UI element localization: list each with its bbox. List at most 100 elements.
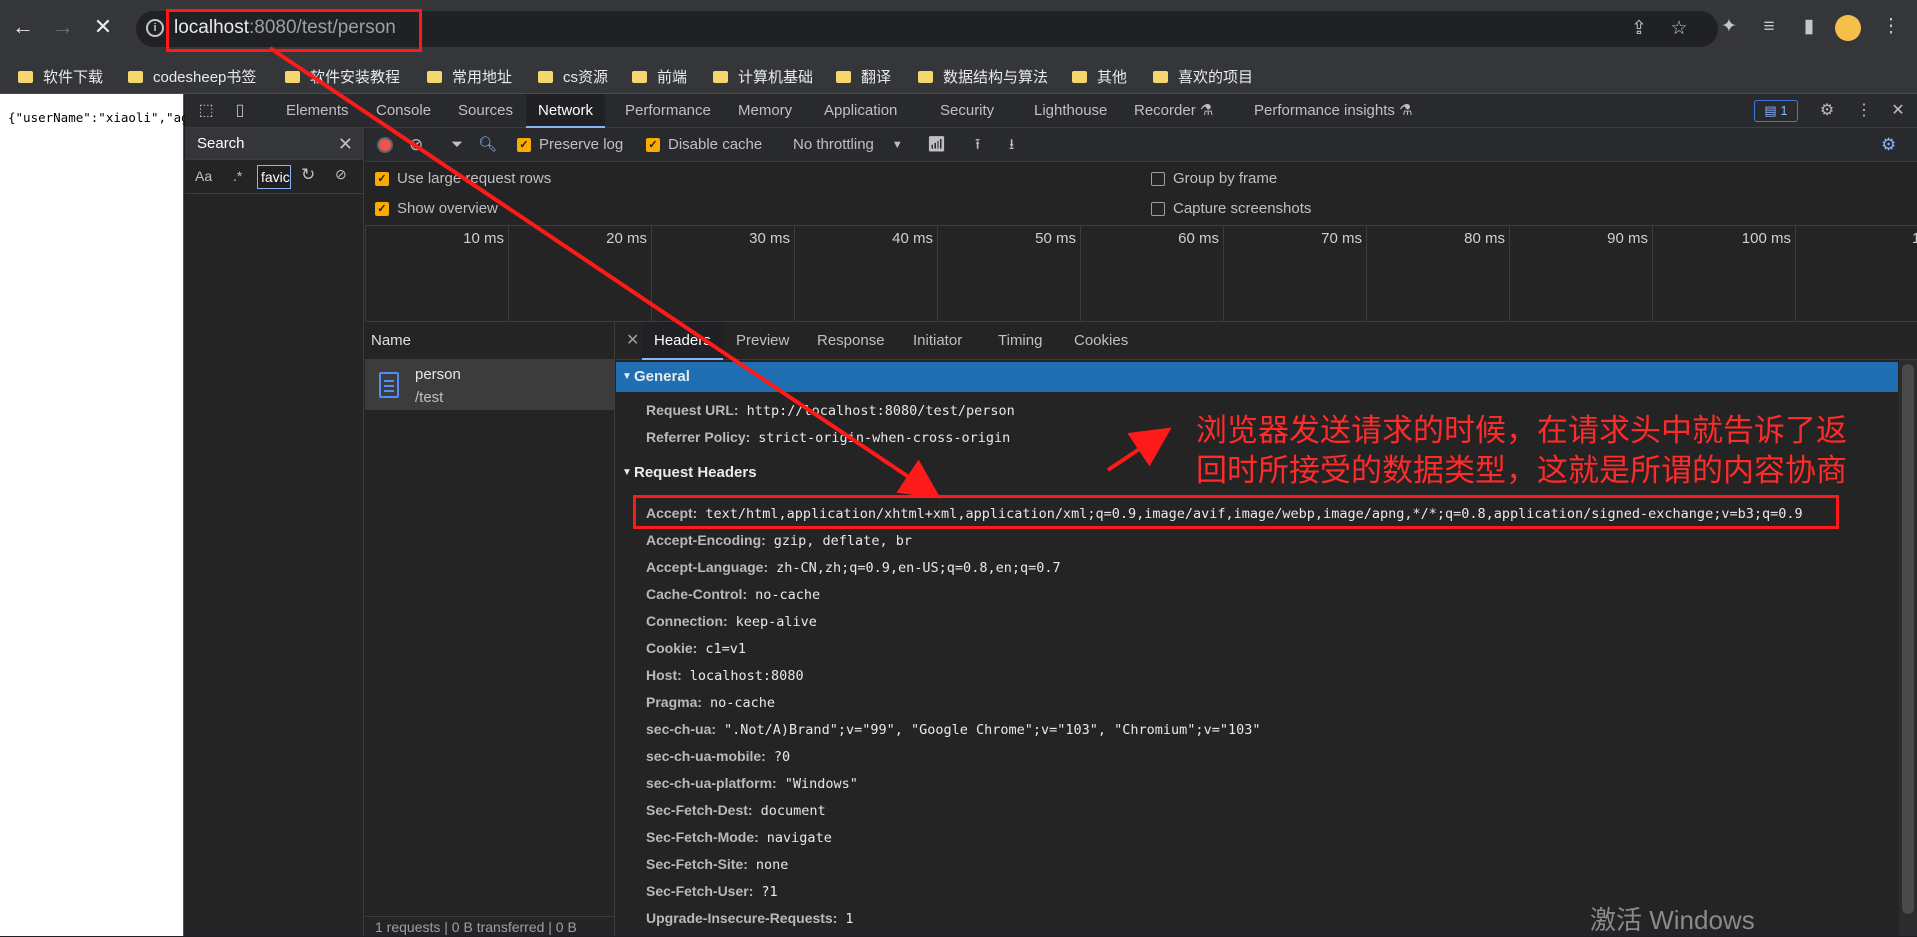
bookmark-folder[interactable]: cs资源 <box>538 64 608 88</box>
header-key: Host: <box>646 667 682 683</box>
close-search-icon[interactable]: ✕ <box>338 128 353 160</box>
request-row[interactable]: person /test <box>365 360 614 410</box>
devtools-menu-icon[interactable]: ⋮ <box>1853 100 1875 122</box>
network-conditions-icon[interactable]: 📶︎ <box>927 128 946 162</box>
tab-cookies[interactable]: Cookies <box>1062 322 1140 360</box>
clear-log-icon[interactable]: ⊘ <box>409 128 423 162</box>
request-path: /test <box>415 389 444 406</box>
bookmark-folder[interactable]: 前端 <box>632 64 687 88</box>
general-section-header[interactable]: ▼ General <box>616 362 1898 392</box>
timeline-tick: 90 ms <box>1509 226 1652 322</box>
bookmark-star-icon[interactable]: ☆ <box>1666 16 1692 42</box>
header-row: Pragma: no-cache <box>646 693 775 712</box>
profile-avatar[interactable] <box>1835 15 1861 41</box>
folder-icon <box>538 71 553 83</box>
search-network-icon[interactable]: 🔍︎ <box>478 128 497 162</box>
tab-response[interactable]: Response <box>805 322 897 360</box>
disable-cache-checkbox[interactable]: ✓ Disable cache <box>646 128 762 162</box>
back-icon[interactable]: ← <box>10 14 36 40</box>
network-settings-icon[interactable]: ⚙ <box>1881 128 1896 162</box>
request-name: person <box>415 366 461 383</box>
group-by-frame-checkbox[interactable]: Group by frame <box>1151 162 1277 196</box>
search-input[interactable]: favic <box>257 165 291 189</box>
disable-cache-label: Disable cache <box>668 136 763 153</box>
tab-security[interactable]: Security <box>928 94 1006 128</box>
close-devtools-icon[interactable]: ✕ <box>1887 100 1909 122</box>
bookmark-label: 前端 <box>657 68 688 86</box>
import-har-icon[interactable]: ⭱ <box>975 128 980 162</box>
tick-label: 100 ms <box>1741 230 1791 247</box>
bookmark-label: 常用地址 <box>452 68 513 86</box>
share-icon[interactable]: ⇪ <box>1626 16 1652 42</box>
name-column-header[interactable]: Name <box>365 322 614 360</box>
bookmark-folder[interactable]: 常用地址 <box>427 64 512 88</box>
tab-lighthouse[interactable]: Lighthouse <box>1022 94 1119 128</box>
network-overview-timeline[interactable]: 10 ms 20 ms 30 ms 40 ms 50 ms 60 ms 70 m… <box>365 226 1917 322</box>
annotation-line-1: 浏览器发送请求的时候，在请求头中就告诉了返 <box>1196 413 1847 449</box>
annotation-line-2: 回时所接受的数据类型，这就是所谓的内容协商 <box>1196 453 1847 489</box>
tab-elements[interactable]: Elements <box>274 94 361 128</box>
tab-preview[interactable]: Preview <box>724 322 801 360</box>
throttling-select[interactable]: No throttling ▼ <box>793 128 903 162</box>
refresh-search-icon[interactable]: ↻ <box>301 165 315 185</box>
tab-performance-insights[interactable]: Performance insights ⚗ <box>1242 94 1425 128</box>
reading-list-icon[interactable]: ≡ <box>1756 14 1782 40</box>
tab-recorder[interactable]: Recorder ⚗ <box>1122 94 1225 128</box>
capture-screenshots-checkbox[interactable]: Capture screenshots <box>1151 192 1311 226</box>
show-overview-checkbox[interactable]: ✓ Show overview <box>375 192 498 226</box>
header-row: Host: localhost:8080 <box>646 666 804 685</box>
bookmark-folder[interactable]: 其他 <box>1072 64 1127 88</box>
tab-initiator[interactable]: Initiator <box>901 322 974 360</box>
checkbox-checked-icon: ✓ <box>646 138 660 152</box>
bookmark-folder[interactable]: 计算机基础 <box>713 64 813 88</box>
scrollbar-thumb[interactable] <box>1902 364 1914 914</box>
network-settings-pane: ✓ Use large request rows ✓ Show overview G… <box>365 162 1917 226</box>
preserve-log-checkbox[interactable]: ✓ Preserve log <box>517 128 623 162</box>
bookmark-folder[interactable]: 喜欢的项目 <box>1153 64 1253 88</box>
stop-loading-icon[interactable]: ✕ <box>90 14 116 40</box>
tab-sources[interactable]: Sources <box>446 94 525 128</box>
capture-screenshots-label: Capture screenshots <box>1173 200 1312 217</box>
match-case-toggle[interactable]: Aa <box>195 168 212 184</box>
site-info-icon[interactable]: i <box>146 19 164 37</box>
bookmark-folder[interactable]: codesheep书签 <box>128 64 256 88</box>
tab-network[interactable]: Network <box>526 94 606 128</box>
details-scrollbar[interactable] <box>1899 360 1917 936</box>
tab-timing[interactable]: Timing <box>986 322 1054 360</box>
tab-console[interactable]: Console <box>364 94 443 128</box>
tab-application[interactable]: Application <box>812 94 909 128</box>
bookmark-folder[interactable]: 软件安装教程 <box>285 64 400 88</box>
extensions-icon[interactable]: ✦ <box>1716 14 1742 40</box>
side-panel-icon[interactable]: ▮ <box>1796 14 1822 40</box>
forward-icon[interactable]: → <box>50 14 76 40</box>
large-rows-checkbox[interactable]: ✓ Use large request rows <box>375 162 551 196</box>
tab-memory[interactable]: Memory <box>726 94 804 128</box>
bookmark-folder[interactable]: 数据结构与算法 <box>918 64 1048 88</box>
inspect-element-icon[interactable]: ⬚ <box>195 100 217 122</box>
clear-search-icon[interactable]: ⊘ <box>335 166 347 183</box>
export-har-icon[interactable]: ⭳ <box>1009 128 1014 162</box>
triangle-down-icon: ▼ <box>622 371 632 382</box>
bookmarks-bar: 软件下载 codesheep书签 软件安装教程 常用地址 cs资源 前端 计算机… <box>0 58 1917 94</box>
record-button[interactable] <box>377 137 393 153</box>
regex-toggle[interactable]: .* <box>233 168 242 184</box>
tab-performance[interactable]: Performance <box>613 94 723 128</box>
bookmark-folder[interactable]: 软件下载 <box>18 64 103 88</box>
general-title: General <box>634 368 690 385</box>
header-key: Sec-Fetch-Site: <box>646 856 748 872</box>
bookmark-folder[interactable]: 翻译 <box>836 64 891 88</box>
settings-gear-icon[interactable]: ⚙ <box>1816 100 1838 122</box>
preserve-log-label: Preserve log <box>539 136 624 153</box>
header-key: Cookie: <box>646 640 698 656</box>
header-key: Sec-Fetch-User: <box>646 883 754 899</box>
issues-badge[interactable]: ▤ 1 <box>1754 100 1798 122</box>
close-details-icon[interactable]: ✕ <box>626 330 639 350</box>
header-value: http://localhost:8080/test/person <box>746 403 1015 419</box>
device-toolbar-icon[interactable]: ▯ <box>229 100 251 122</box>
document-icon <box>379 372 399 398</box>
header-value: ".Not/A)Brand";v="99", "Google Chrome";v… <box>724 722 1261 738</box>
filter-icon[interactable]: ⏷ <box>451 128 463 162</box>
menu-icon[interactable]: ⋮ <box>1878 14 1904 40</box>
tick-label: 20 ms <box>606 230 647 247</box>
tab-headers[interactable]: Headers <box>642 322 723 360</box>
